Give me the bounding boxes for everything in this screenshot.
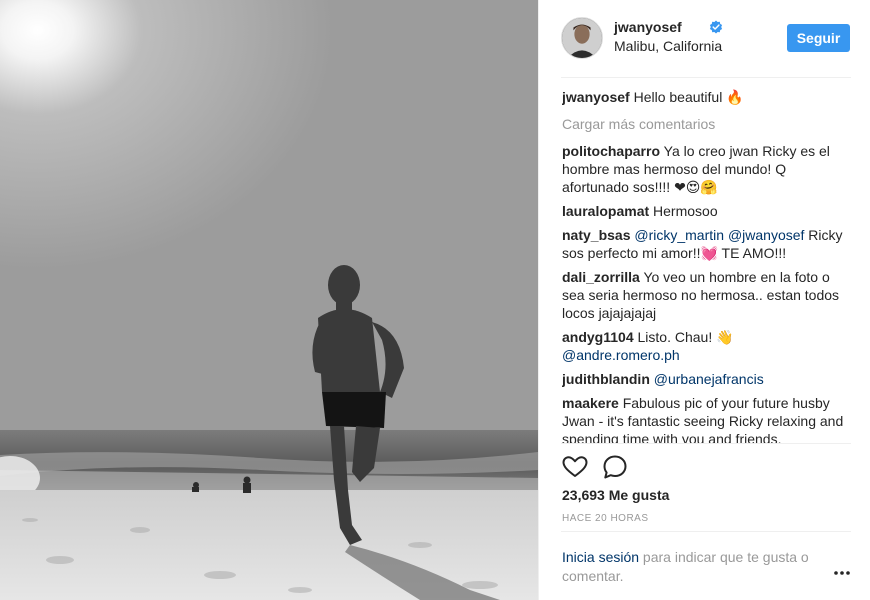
post-header: jwanyosef Malibu, California Seguir (539, 0, 870, 78)
post-author-username[interactable]: jwanyosef (614, 19, 682, 35)
list-item: lauralopamat Hermosoo (562, 202, 852, 220)
comment-text: Hermosoo (653, 203, 718, 219)
comments-divider (561, 443, 851, 444)
list-item: judithblandin @urbanejafrancis (562, 370, 852, 388)
comment-text: Listo. Chau! 👋 (637, 329, 734, 345)
footer-divider (561, 531, 851, 532)
comment-username[interactable]: naty_bsas (562, 227, 630, 243)
heart-icon[interactable] (561, 453, 589, 481)
comment-username[interactable]: lauralopamat (562, 203, 649, 219)
follow-button[interactable]: Seguir (787, 24, 850, 52)
comment-mention[interactable]: @andre.romero.ph (562, 347, 680, 363)
comments-list[interactable]: jwanyosef Hello beautiful 🔥 Cargar más c… (562, 88, 852, 443)
header-divider (561, 77, 851, 78)
login-link[interactable]: Inicia sesión (562, 549, 639, 565)
login-prompt: Inicia sesión para indicar que te gusta … (562, 548, 832, 586)
list-item: andyg1104 Listo. Chau! 👋 @andre.romero.p… (562, 328, 852, 364)
comment-text: Hello beautiful 🔥 (633, 89, 744, 105)
more-options-icon[interactable] (832, 565, 852, 581)
profile-photo-image (562, 18, 602, 58)
comment-username[interactable]: maakere (562, 395, 619, 411)
comment-username[interactable]: andyg1104 (562, 329, 634, 345)
post-location[interactable]: Malibu, California (614, 38, 722, 54)
list-item: dali_zorrilla Yo veo un hombre en la fot… (562, 268, 852, 322)
comment-username[interactable]: dali_zorrilla (562, 269, 640, 285)
comment-mention[interactable]: @ricky_martin (634, 227, 724, 243)
list-item: maakere Fabulous pic of your future husb… (562, 394, 852, 443)
comment-mention[interactable]: @jwanyosef (728, 227, 804, 243)
post-timestamp[interactable]: HACE 20 HORAS (562, 513, 649, 524)
load-more-comments-button[interactable]: Cargar más comentarios (562, 115, 852, 133)
verified-badge-icon (709, 20, 723, 34)
caption: jwanyosef Hello beautiful 🔥 (562, 88, 852, 106)
comment-mention[interactable]: @urbanejafrancis (654, 371, 764, 387)
comment-username[interactable]: jwanyosef (562, 89, 630, 105)
list-item: politochaparro Ya lo creo jwan Ricky es … (562, 142, 852, 196)
post-photo[interactable] (0, 0, 538, 600)
comment-icon[interactable] (601, 453, 629, 481)
avatar[interactable] (561, 17, 603, 59)
comment-username[interactable]: politochaparro (562, 143, 660, 159)
comment-username[interactable]: judithblandin (562, 371, 650, 387)
instagram-post: jwanyosef Malibu, California Seguir jwan… (0, 0, 870, 600)
post-side-panel: jwanyosef Malibu, California Seguir jwan… (538, 0, 870, 600)
likes-count[interactable]: 23,693 Me gusta (562, 487, 669, 503)
list-item: naty_bsas @ricky_martin @jwanyosef Ricky… (562, 226, 852, 262)
beach-photo-image (0, 0, 538, 600)
